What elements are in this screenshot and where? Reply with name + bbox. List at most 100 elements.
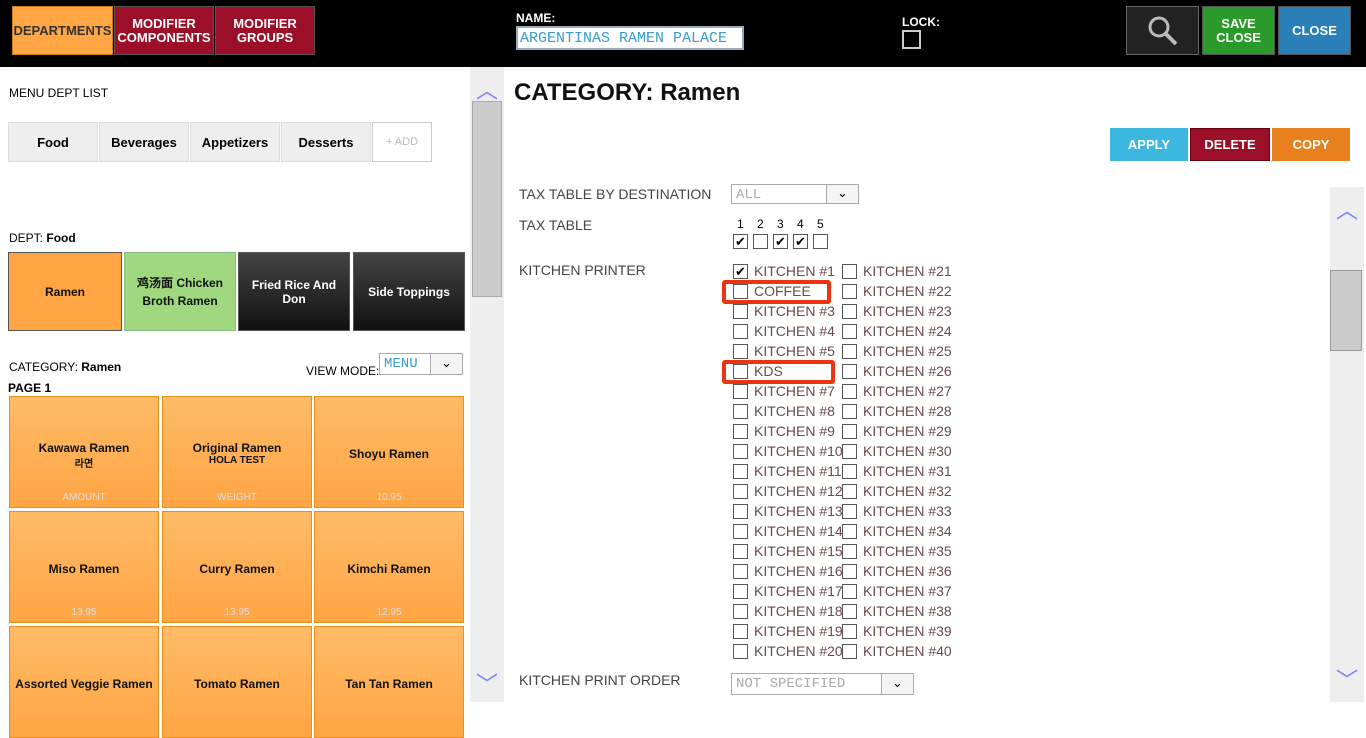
scroll-down-icon[interactable]: ﹀ (476, 667, 498, 699)
left-scrollbar[interactable]: ︿ ﹀ (470, 67, 504, 702)
kitchen-print-order-label: KITCHEN PRINT ORDER (519, 672, 681, 688)
printer-checkbox[interactable] (733, 404, 748, 419)
printer-label: KITCHEN #14 (754, 523, 843, 539)
printer-checkbox[interactable] (842, 344, 857, 359)
name-input[interactable]: ARGENTINAS RAMEN PALACE (516, 26, 744, 50)
printer-checkbox[interactable] (842, 524, 857, 539)
printer-checkbox[interactable] (733, 324, 748, 339)
category-chicken-broth-tile[interactable]: 鸡汤面 Chicken Broth Ramen (124, 252, 236, 331)
highlight-box (722, 360, 835, 384)
printer-checkbox[interactable] (842, 624, 857, 639)
printer-checkbox[interactable] (842, 564, 857, 579)
printer-checkbox[interactable] (733, 544, 748, 559)
menu-item-tile[interactable]: Tomato Ramen (162, 626, 312, 738)
printer-checkbox[interactable] (733, 604, 748, 619)
printer-checkbox[interactable] (842, 484, 857, 499)
printer-checkbox[interactable] (733, 524, 748, 539)
printer-checkbox[interactable] (733, 644, 748, 659)
dept-food-button[interactable]: Food (8, 122, 98, 162)
view-mode-select[interactable]: MENU ⌄ (379, 353, 463, 375)
printer-label: KITCHEN #32 (863, 483, 952, 499)
printer-checkbox[interactable] (842, 364, 857, 379)
printer-checkbox[interactable] (842, 584, 857, 599)
dept-beverages-button[interactable]: Beverages (99, 122, 189, 162)
dept-appetizers-button[interactable]: Appetizers (190, 122, 280, 162)
printer-checkbox[interactable] (733, 444, 748, 459)
printer-label: KITCHEN #36 (863, 563, 952, 579)
right-scrollbar[interactable]: ︿ ﹀ (1330, 187, 1364, 702)
printer-checkbox[interactable] (842, 324, 857, 339)
printer-checkbox[interactable] (842, 404, 857, 419)
item-price: 13.95 (71, 607, 97, 618)
menu-item-tile[interactable]: Kimchi Ramen 12.95 (314, 511, 464, 623)
printer-label: KITCHEN #8 (754, 403, 835, 419)
modifier-groups-button[interactable]: MODIFIER GROUPS (215, 6, 315, 55)
printer-checkbox[interactable]: ✔ (733, 264, 748, 279)
dept-desserts-button[interactable]: Desserts (281, 122, 371, 162)
printer-checkbox[interactable] (842, 604, 857, 619)
printer-checkbox[interactable] (733, 304, 748, 319)
scroll-down-icon[interactable]: ﹀ (1336, 663, 1358, 695)
printer-checkbox[interactable] (733, 424, 748, 439)
printer-checkbox[interactable] (842, 304, 857, 319)
lock-checkbox[interactable] (902, 30, 921, 49)
printer-checkbox[interactable] (842, 384, 857, 399)
tax-column-label: 1 (737, 217, 744, 231)
apply-button[interactable]: APPLY (1110, 128, 1188, 161)
menu-item-tile[interactable]: Shoyu Ramen 10.95 (314, 396, 464, 508)
tax-checkbox[interactable] (753, 234, 768, 249)
printer-checkbox[interactable] (733, 504, 748, 519)
kitchen-print-order-select[interactable]: NOT SPECIFIED ⌄ (731, 673, 914, 695)
category-side-toppings-tile[interactable]: Side Toppings (353, 252, 465, 331)
tax-checkbox[interactable]: ✔ (773, 234, 788, 249)
printer-checkbox[interactable] (733, 484, 748, 499)
menu-item-tile[interactable]: Original Ramen HOLA TEST WEIGHT (162, 396, 312, 508)
printer-checkbox[interactable] (842, 504, 857, 519)
scroll-thumb[interactable] (472, 101, 502, 297)
menu-item-tile[interactable]: Assorted Veggie Ramen (9, 626, 159, 738)
scroll-up-icon[interactable]: ︿ (1336, 193, 1358, 225)
printer-checkbox[interactable] (733, 584, 748, 599)
save-close-button[interactable]: SAVE CLOSE (1202, 6, 1275, 55)
tax-column-label: 5 (817, 217, 824, 231)
tax-checkbox[interactable] (813, 234, 828, 249)
item-name: Curry Ramen (199, 562, 275, 576)
category-fried-rice-tile[interactable]: Fried Rice And Don (238, 252, 350, 331)
menu-item-tile[interactable]: Miso Ramen 13.95 (9, 511, 159, 623)
scroll-thumb[interactable] (1330, 270, 1362, 351)
printer-checkbox[interactable] (842, 444, 857, 459)
tax-column-label: 4 (797, 217, 804, 231)
printer-checkbox[interactable] (842, 424, 857, 439)
modifier-components-button[interactable]: MODIFIER COMPONENTS (114, 6, 214, 55)
printer-label: KITCHEN #11 (754, 463, 842, 479)
copy-button[interactable]: COPY (1272, 128, 1350, 161)
menu-item-tile[interactable]: Kawawa Ramen 라면 AMOUNT (9, 396, 159, 508)
search-button[interactable] (1126, 6, 1199, 55)
tax-checkbox[interactable]: ✔ (733, 234, 748, 249)
tax-checkbox[interactable]: ✔ (793, 234, 808, 249)
tax-table-label: TAX TABLE (519, 217, 593, 233)
menu-item-tile[interactable]: Curry Ramen 13.95 (162, 511, 312, 623)
delete-button[interactable]: DELETE (1190, 128, 1270, 161)
printer-label: KITCHEN #20 (754, 643, 843, 659)
close-button[interactable]: CLOSE (1278, 6, 1351, 55)
tax-destination-select[interactable]: ALL ⌄ (731, 184, 859, 204)
printer-label: KITCHEN #39 (863, 623, 952, 639)
category-ramen-tile[interactable]: Ramen (8, 252, 122, 331)
departments-button[interactable]: DEPARTMENTS (12, 6, 113, 55)
printer-checkbox[interactable] (842, 544, 857, 559)
menu-item-tile[interactable]: Tan Tan Ramen (314, 626, 464, 738)
add-dept-button[interactable]: + ADD (372, 122, 432, 162)
lock-label: LOCK: (902, 15, 940, 29)
printer-checkbox[interactable] (842, 264, 857, 279)
item-name: Kawawa Ramen (38, 441, 130, 455)
printer-checkbox[interactable] (733, 564, 748, 579)
printer-checkbox[interactable] (842, 284, 857, 299)
printer-checkbox[interactable] (842, 464, 857, 479)
printer-checkbox[interactable] (733, 464, 748, 479)
printer-checkbox[interactable] (733, 344, 748, 359)
printer-checkbox[interactable] (733, 624, 748, 639)
dept-value: Food (46, 231, 76, 245)
printer-checkbox[interactable] (842, 644, 857, 659)
printer-checkbox[interactable] (733, 384, 748, 399)
